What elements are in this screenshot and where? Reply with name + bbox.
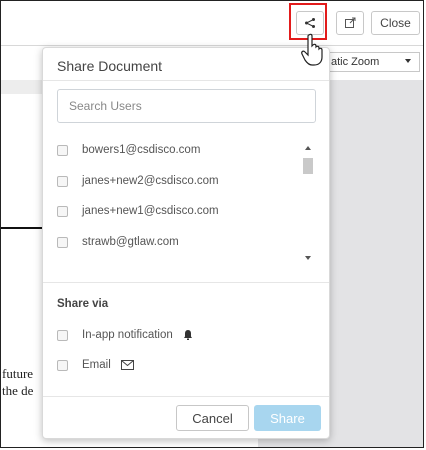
email-checkbox[interactable]: [57, 359, 68, 371]
user-email: strawb@gtlaw.com: [82, 236, 179, 248]
toolbar: Close: [1, 1, 423, 46]
chevron-down-icon: [405, 59, 411, 63]
divider: [43, 282, 329, 283]
in-app-notification-checkbox[interactable]: [57, 329, 68, 341]
option-label: Email: [82, 359, 111, 371]
popout-button[interactable]: [336, 11, 364, 35]
user-checkbox[interactable]: [57, 175, 68, 187]
document-rule: [1, 227, 43, 229]
bell-icon: [183, 330, 192, 340]
close-button[interactable]: Close: [371, 11, 420, 35]
scroll-up-arrow-icon[interactable]: [305, 146, 311, 150]
share-via-heading: Share via: [57, 298, 109, 310]
external-link-icon: [345, 17, 356, 28]
user-email: janes+new1@csdisco.com: [82, 205, 219, 217]
share-document-dialog: Share Document bowers1@csdisco.com janes…: [42, 47, 330, 439]
search-users-input[interactable]: [57, 89, 316, 123]
list-item[interactable]: janes+new1@csdisco.com: [57, 201, 219, 221]
zoom-value: atic Zoom: [331, 56, 380, 68]
email-option[interactable]: Email: [57, 355, 134, 375]
user-checkbox[interactable]: [57, 144, 68, 156]
scroll-thumb[interactable]: [303, 158, 313, 174]
user-list: bowers1@csdisco.com janes+new2@csdisco.c…: [43, 140, 329, 270]
dialog-title: Share Document: [57, 58, 163, 74]
zoom-select[interactable]: atic Zoom: [316, 52, 420, 72]
list-item[interactable]: bowers1@csdisco.com: [57, 140, 200, 160]
in-app-notification-option[interactable]: In-app notification: [57, 325, 193, 345]
document-text-line: future: [2, 366, 34, 381]
list-item[interactable]: janes+new2@csdisco.com: [57, 171, 219, 191]
user-email: bowers1@csdisco.com: [82, 144, 201, 156]
option-label: In-app notification: [82, 329, 173, 341]
document-text-line: the de: [2, 383, 34, 398]
cancel-button[interactable]: Cancel: [176, 405, 249, 431]
user-email: janes+new2@csdisco.com: [82, 175, 219, 187]
share-submit-button[interactable]: Share: [254, 405, 321, 431]
user-checkbox[interactable]: [57, 205, 68, 217]
scrollbar[interactable]: [302, 144, 314, 264]
scroll-down-arrow-icon[interactable]: [305, 256, 311, 260]
divider: [43, 80, 329, 81]
user-checkbox[interactable]: [57, 236, 68, 248]
hand-cursor-icon: [301, 33, 323, 66]
envelope-icon: [120, 360, 134, 370]
list-item[interactable]: strawb@gtlaw.com: [57, 232, 179, 252]
divider: [43, 396, 329, 397]
